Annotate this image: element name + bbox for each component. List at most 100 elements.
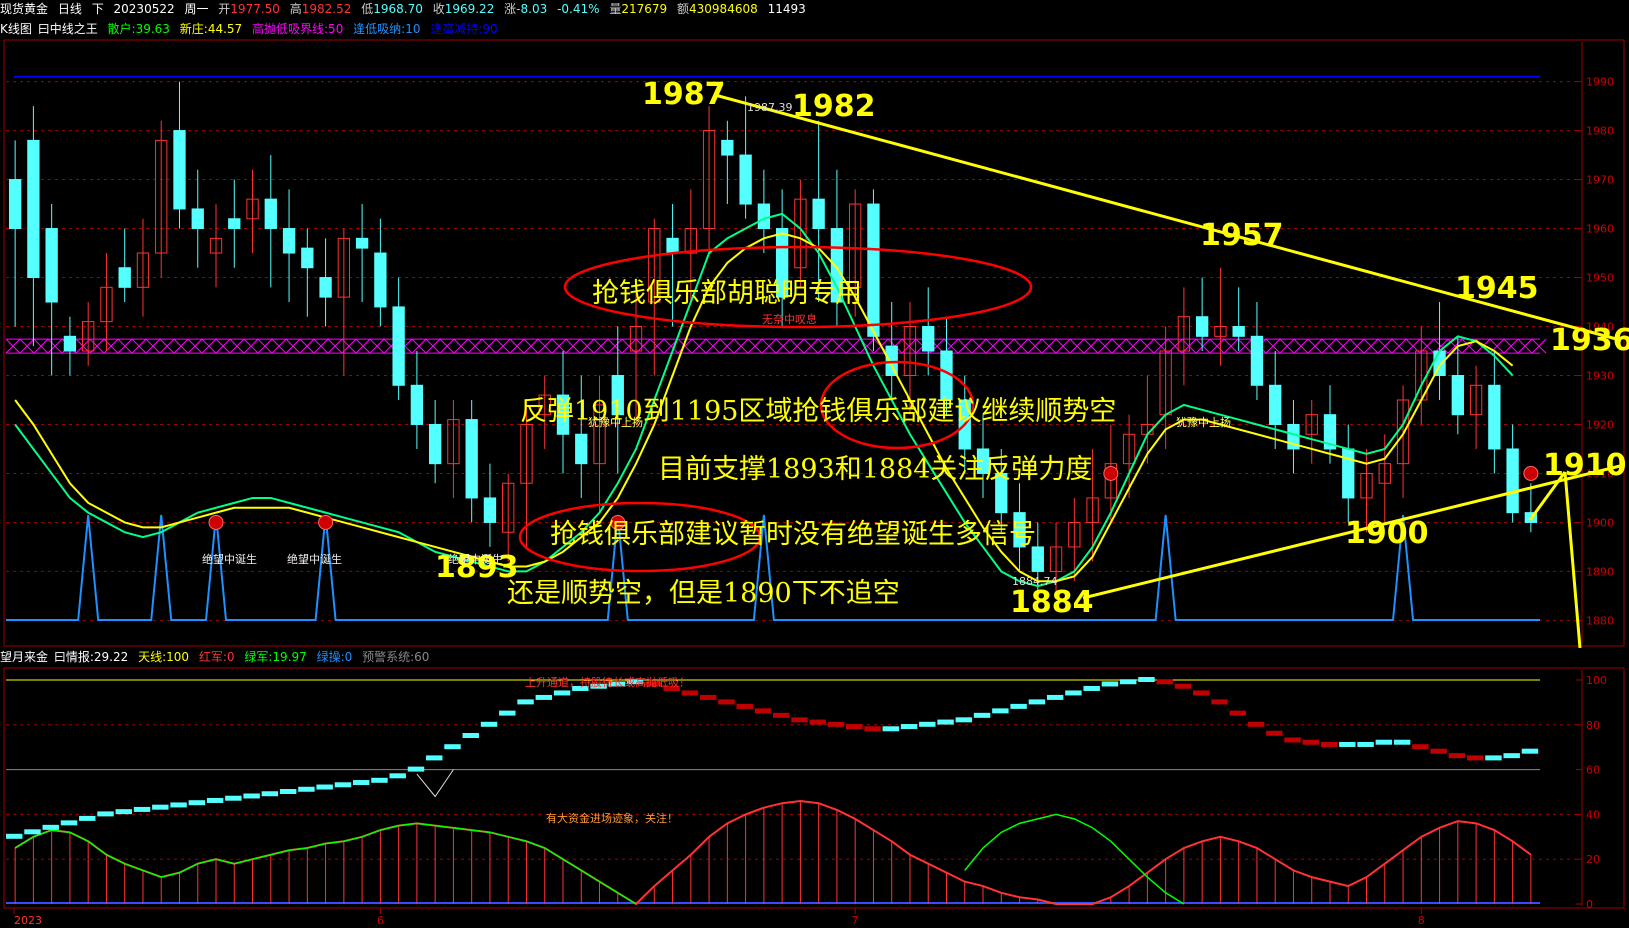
candle-body [483,497,497,523]
y-tick-label: 100 [1586,674,1607,687]
signal-dot [1103,465,1119,481]
staircase-step [279,789,297,794]
candle-body [1031,546,1044,572]
candle-body [428,423,442,465]
annotation-text: 抢钱俱乐部胡聪明专用 [592,278,862,309]
staircase-step [1521,748,1539,754]
dip-marker [416,769,454,798]
y-tick-label: 0 [1586,898,1593,911]
candle-body [757,203,771,230]
price-label: 1884 [1010,585,1094,620]
y-tick-label: 1900 [1586,516,1614,529]
candle-body [319,277,332,298]
staircase-step [1448,753,1466,759]
candle-body [118,267,131,288]
price-label: 1910 [1543,448,1627,483]
signal-text: 无奈中叹息 [762,312,817,326]
staircase-step [1247,721,1265,727]
staircase-step [1138,677,1155,682]
signal-text: 犹豫中上扬 [1176,415,1231,429]
candle-body [922,326,935,352]
candle-body [739,154,752,205]
y-tick-label: 1990 [1586,76,1614,89]
staircase-step [407,766,425,772]
staircase-step [553,690,571,696]
candle-body [666,237,679,254]
candle-body [355,237,369,249]
staircase-step [316,784,333,790]
staircase-step [1101,681,1119,687]
price-label: 1987 [642,77,726,112]
staircase-step [827,721,845,727]
staircase-step [992,708,1009,714]
staircase-step [1010,703,1027,709]
staircase-step [809,719,826,725]
staircase-step [206,797,224,803]
staircase-step [1320,741,1338,747]
staircase-step [681,690,699,696]
staircase-step [1266,730,1283,736]
y-tick-label: 1880 [1586,614,1614,627]
staircase-step [1065,690,1082,696]
y-tick-label: 20 [1586,853,1600,866]
staircase-step [718,699,735,705]
candle-body [812,198,825,230]
x-tick-label: 7 [852,914,859,927]
staircase-step [79,815,96,821]
staircase-step [1503,753,1520,759]
signal-text: 绝望中诞生 [287,552,342,566]
staircase-step [773,712,790,718]
annotations: 1987 198219571945193619101900189318841987… [202,77,1629,649]
staircase-step [389,773,406,779]
candle-body [374,252,387,308]
staircase-step [846,724,863,730]
candle-body [8,179,22,230]
y-tick-label: 60 [1586,764,1600,777]
y-tick-label: 1890 [1586,565,1614,578]
candle-body [1506,448,1519,514]
candle-body [1232,326,1245,337]
x-tick-label: 2023 [14,914,42,927]
red-army-line [14,799,1532,906]
candle-body [191,208,204,230]
staircase-step [225,795,242,801]
candle-body [45,228,58,303]
staircase-step [115,809,133,815]
staircase-step [42,824,59,830]
price-label: 1945 [1455,271,1539,306]
staircase-step [1156,679,1173,685]
staircase-step [97,811,114,817]
candle-body [1451,374,1464,416]
price-label: 1982 [792,89,876,124]
y-tick-label: 40 [1586,808,1600,821]
staircase-step [736,703,753,709]
staircase-step [170,802,187,808]
candle-body [301,247,314,269]
staircase-step [1211,699,1228,705]
candle-body [1250,335,1264,386]
staircase-step [1229,710,1246,716]
small-price-label: 1987.39 [747,101,793,114]
candle-body [1269,384,1282,425]
staircase-step [517,699,534,705]
staircase-step [699,694,717,700]
staircase-step [919,721,936,727]
staircase-step [352,780,370,786]
signal-dot [318,514,334,530]
y-tick-label: 1950 [1586,272,1614,285]
staircase-step [1284,737,1301,743]
staircase-step [882,726,900,732]
candle-body [1488,384,1501,450]
chart-canvas[interactable]: 1880189019001910192019301940195019601970… [0,0,1629,928]
candle-body [575,433,588,465]
signal-text: 犹豫中上扬 [588,415,643,429]
annotation-text: 还是顺势空，但是1890下不追空 [507,578,900,609]
candle-body [173,130,186,210]
staircase-step [1119,679,1137,685]
staircase-step [1357,741,1374,747]
staircase-step [462,733,479,738]
staircase-step [1174,683,1192,689]
staircase-step [60,820,78,826]
y-tick-label: 1920 [1586,418,1614,431]
staircase-step [937,719,954,725]
